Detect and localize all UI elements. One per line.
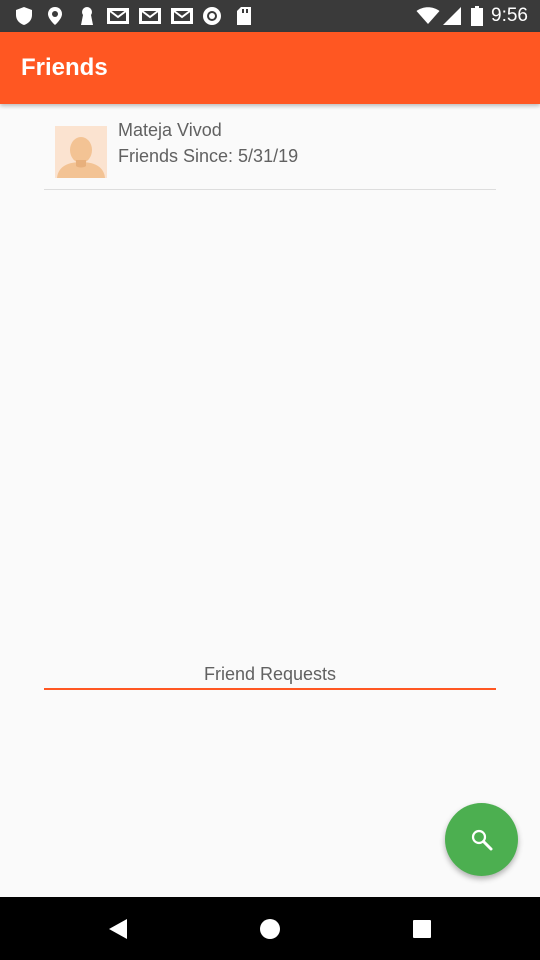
battery-icon: [470, 6, 484, 26]
shield-icon: [14, 6, 34, 26]
system-navigation-bar: [0, 897, 540, 960]
mail-icon: [106, 6, 130, 26]
wifi-icon: [416, 6, 440, 26]
home-icon[interactable]: [259, 918, 281, 940]
app-bar: Friends: [0, 32, 540, 104]
back-icon[interactable]: [107, 918, 129, 940]
friend-requests-header: Friend Requests: [44, 662, 496, 690]
clock: 9:56: [491, 5, 528, 26]
friend-list-item[interactable]: Mateja Vivod Friends Since: 5/31/19: [44, 110, 496, 190]
location-pin-icon: [46, 6, 64, 26]
page-title: Friends: [21, 54, 108, 81]
mail-icon: [170, 6, 194, 26]
recents-icon[interactable]: [411, 918, 433, 940]
keyhole-icon: [78, 6, 96, 26]
search-fab-button[interactable]: [445, 803, 518, 876]
friend-name: Mateja Vivod: [118, 120, 222, 140]
search-icon: [470, 828, 494, 852]
mail-icon: [138, 6, 162, 26]
record-icon: [202, 6, 222, 26]
cell-signal-icon: [442, 6, 462, 26]
friend-since: Friends Since: 5/31/19: [118, 146, 299, 166]
sd-card-icon: [236, 6, 252, 26]
avatar-placeholder-icon: [55, 126, 107, 178]
status-bar: 9:56: [0, 0, 540, 32]
